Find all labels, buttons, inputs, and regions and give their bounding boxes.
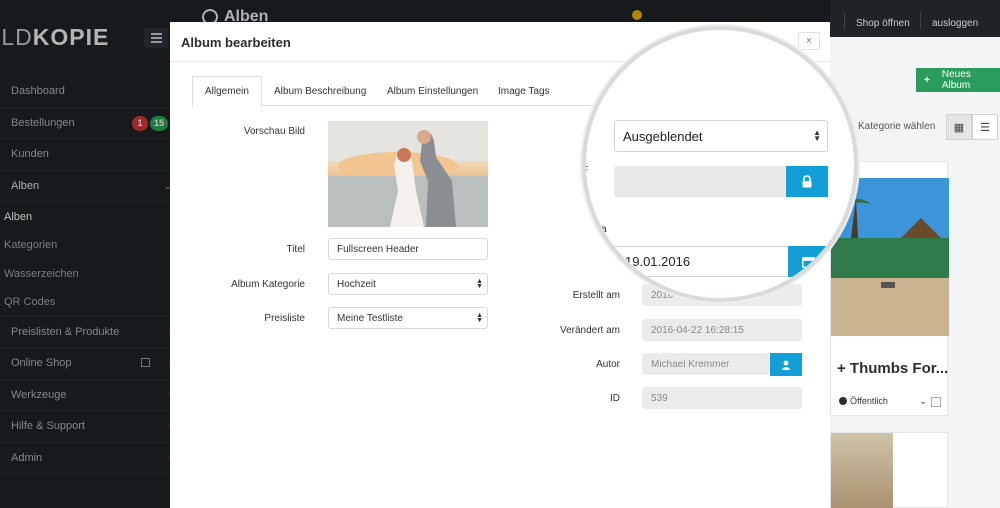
tab-bar: Allgemein Album Beschreibung Album Einst…: [192, 76, 612, 107]
tab-album-beschreibung[interactable]: Album Beschreibung: [262, 76, 378, 106]
partial-label: F: [582, 165, 589, 176]
divider: [920, 12, 921, 30]
grid-view-icon[interactable]: ▦: [946, 114, 972, 140]
chevron-down-icon[interactable]: ⌄: [919, 396, 927, 407]
tab-allgemein[interactable]: Allgemein: [192, 76, 262, 107]
shop-open-link[interactable]: Shop öffnen: [856, 18, 910, 29]
album-category-label: Album Kategorie: [231, 279, 305, 290]
pricelist-label: Preisliste: [264, 313, 305, 324]
select-arrows-icon: ▲ ▼: [476, 278, 483, 290]
calendar-icon[interactable]: [788, 246, 828, 277]
new-album-button[interactable]: + Neues Album: [916, 68, 1000, 92]
changed-label: Verändert am: [559, 325, 620, 336]
start-date-label: Start Da: [585, 224, 607, 235]
id-field: 539: [642, 387, 802, 409]
album-card-title: + Thumbs For...: [837, 360, 949, 377]
id-label: ID: [610, 393, 620, 404]
logout-link[interactable]: ausloggen: [932, 18, 978, 29]
preview-image[interactable]: [328, 121, 488, 227]
magnifier-callout: F Ausgeblendet ▲▼ Start Da End Datum 19.…: [582, 26, 858, 302]
pricelist-select[interactable]: Meine Testliste ▲ ▼: [328, 307, 488, 329]
preview-label: Vorschau Bild: [243, 126, 305, 137]
title-label: Titel: [286, 244, 305, 255]
album-card-controls: ⌄: [919, 396, 942, 407]
close-icon[interactable]: ×: [798, 32, 820, 50]
plus-icon: +: [924, 74, 930, 86]
title-input[interactable]: Fullscreen Header: [328, 238, 488, 260]
lock-icon[interactable]: [786, 166, 828, 197]
tab-image-tags[interactable]: Image Tags: [486, 76, 562, 106]
changed-field: 2016-04-22 16:28:15: [642, 319, 802, 341]
select-arrows-icon: ▲ ▼: [813, 128, 821, 143]
album-category-select[interactable]: Hochzeit ▲ ▼: [328, 273, 488, 295]
divider: [844, 12, 845, 30]
album-status: Öffentlich: [839, 396, 888, 406]
password-input[interactable]: [614, 166, 786, 197]
author-label: Autor: [596, 359, 620, 370]
created-label: Erstellt am: [572, 290, 620, 301]
select-arrows-icon: ▲ ▼: [476, 312, 483, 324]
globe-icon: [839, 397, 847, 405]
album-card[interactable]: [830, 432, 948, 508]
category-select[interactable]: Kategorie wählen: [858, 121, 935, 132]
user-icon[interactable]: [770, 353, 802, 376]
end-date-input[interactable]: 19.01.2016: [614, 246, 788, 277]
visibility-select[interactable]: Ausgeblendet ▲ ▼: [614, 120, 828, 152]
list-view-icon[interactable]: ☰: [972, 114, 998, 140]
tab-album-einstellungen[interactable]: Album Einstellungen: [375, 76, 490, 106]
modal-title: Album bearbeiten: [181, 35, 291, 50]
album-thumbnail: [831, 433, 893, 508]
author-field: Michael Kremmer: [642, 353, 770, 375]
album-select-checkbox[interactable]: [931, 396, 942, 407]
